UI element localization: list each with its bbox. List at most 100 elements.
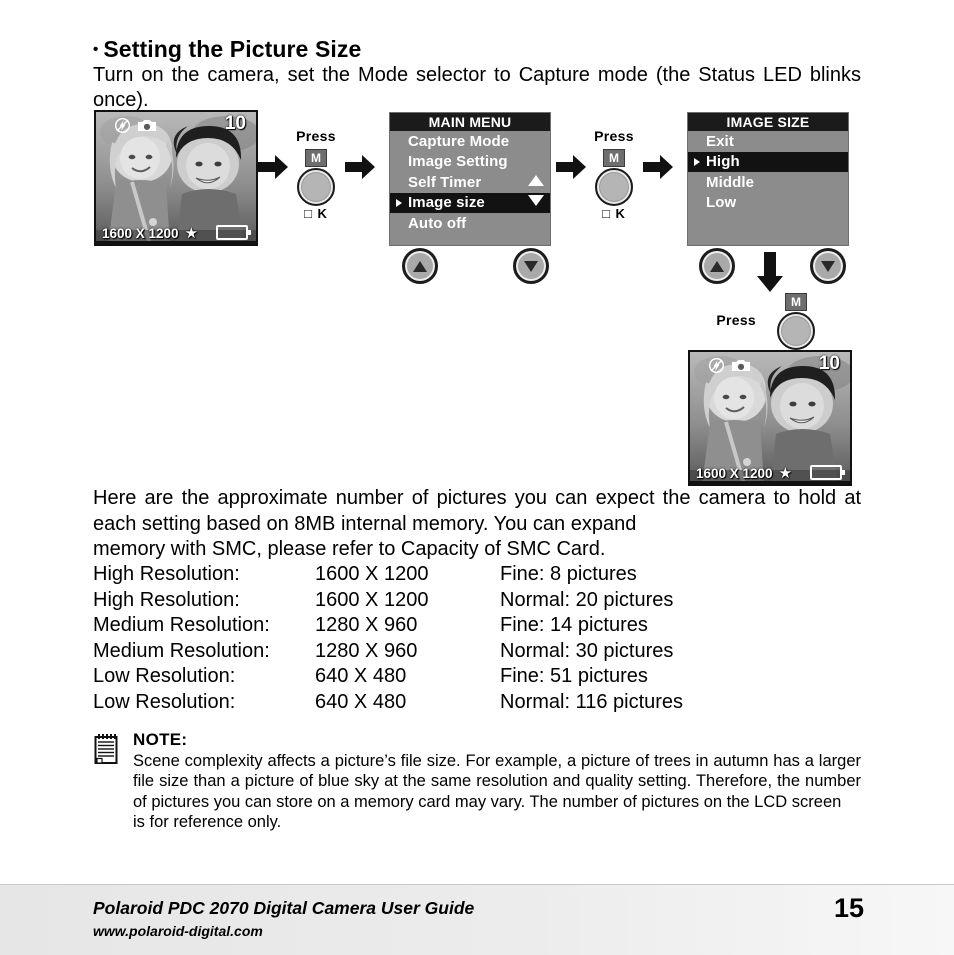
cell-dimensions: 640 X 480 <box>315 690 407 713</box>
capacity-paragraph: Here are the approximate number of pictu… <box>93 486 861 563</box>
cell-resolution: Low Resolution: <box>93 665 236 687</box>
cell-dimensions: 1280 X 960 <box>315 614 418 636</box>
cell-resolution: High Resolution: <box>93 588 240 611</box>
lcd-preview-left: 10 1600 X 1200 ★ <box>94 110 258 246</box>
up-arrow-icon <box>710 260 724 272</box>
image-size-item-high[interactable]: High <box>688 151 848 172</box>
mode-button[interactable] <box>595 168 633 206</box>
cell-capacity: Fine: 51 pictures <box>500 665 648 687</box>
press-label: Press <box>296 128 336 144</box>
resolution-label: 1600 X 1200 <box>696 465 773 481</box>
table-row: High Resolution: 1600 X 1200 Normal: 20 … <box>93 588 683 614</box>
note-text: Scene complexity affects a picture’s fil… <box>133 751 861 832</box>
main-menu-title: MAIN MENU <box>390 113 550 131</box>
picture-count: 10 <box>224 113 246 134</box>
menu-item-capture-mode[interactable]: Capture Mode <box>390 131 550 152</box>
note-block: NOTE: Scene complexity affects a picture… <box>93 730 861 832</box>
menu-item-label: Image size <box>408 194 485 212</box>
capacity-paragraph-lastline: memory with SMC, please refer to Capacit… <box>93 538 606 560</box>
flow-arrow-right-4 <box>643 155 673 179</box>
page-number: 15 <box>833 893 864 923</box>
footer-url[interactable]: www.polaroid-digital.com <box>93 923 263 939</box>
image-size-menu-title: IMAGE SIZE <box>688 113 848 131</box>
image-size-item-low[interactable]: Low <box>688 193 848 214</box>
menu-item-label: Exit <box>706 132 734 150</box>
lcd-bottom-edge <box>96 241 256 244</box>
menu-item-self-timer[interactable]: Self Timer <box>390 172 550 193</box>
down-arrow-icon <box>821 260 835 272</box>
picture-count: 10 <box>818 353 840 374</box>
flow-arrow-right-2 <box>345 155 375 179</box>
mode-button[interactable] <box>777 312 815 350</box>
image-size-menu-panel: IMAGE SIZE Exit High Middle Low <box>687 112 849 246</box>
table-row: Medium Resolution: 1280 X 960 Fine: 14 p… <box>93 613 683 639</box>
selection-marker-icon <box>694 157 700 166</box>
table-row: Low Resolution: 640 X 480 Normal: 116 pi… <box>93 690 683 716</box>
lcd-status-bar-top: 10 <box>690 352 850 378</box>
battery-icon <box>216 225 251 240</box>
cell-capacity: Fine: 14 pictures <box>500 614 648 636</box>
press-label: Press <box>594 128 634 144</box>
cell-resolution: Medium Resolution: <box>93 614 270 636</box>
scroll-down-icon <box>528 195 544 206</box>
selection-marker-icon <box>396 198 402 207</box>
cell-capacity: Fine: 8 pictures <box>500 563 637 585</box>
main-menu-down-button[interactable] <box>513 248 549 284</box>
menu-item-auto-off[interactable]: Auto off <box>390 213 550 234</box>
cell-capacity: Normal: 20 pictures <box>500 588 674 611</box>
ok-label: □ K <box>602 206 626 221</box>
menu-item-image-setting[interactable]: Image Setting <box>390 152 550 173</box>
flash-off-icon <box>708 357 725 373</box>
note-body: NOTE: Scene complexity affects a picture… <box>133 730 861 832</box>
note-text-main: Scene complexity affects a picture’s fil… <box>133 752 861 811</box>
menu-item-label: Capture Mode <box>408 132 510 150</box>
camera-icon <box>731 359 751 371</box>
table-row: Low Resolution: 640 X 480 Fine: 51 pictu… <box>93 664 683 690</box>
lcd-preview-bottom-right: 10 1600 X 1200 ★ <box>688 350 852 486</box>
scroll-up-icon <box>528 175 544 186</box>
cell-resolution: Medium Resolution: <box>93 639 270 662</box>
note-text-lastline: is for reference only. <box>133 812 282 831</box>
image-size-item-exit[interactable]: Exit <box>688 131 848 152</box>
image-size-up-button[interactable] <box>699 248 735 284</box>
menu-item-label: Image Setting <box>408 153 508 171</box>
notepad-icon <box>94 734 118 764</box>
manual-page: • Setting the Picture Size Turn on the ca… <box>0 0 954 955</box>
cell-resolution: High Resolution: <box>93 563 240 585</box>
ok-label: □ K <box>304 206 328 221</box>
menu-scroll-indicator <box>528 175 544 217</box>
image-size-item-middle[interactable]: Middle <box>688 172 848 193</box>
camera-icon <box>137 119 157 131</box>
main-menu-up-button[interactable] <box>402 248 438 284</box>
cell-dimensions: 1280 X 960 <box>315 639 418 662</box>
page-footer: Polaroid PDC 2070 Digital Camera User Gu… <box>0 884 954 955</box>
mode-key-badge: M <box>305 149 327 167</box>
quality-star-icon: ★ <box>184 225 199 242</box>
down-arrow-icon <box>524 260 538 272</box>
table-row: Medium Resolution: 1280 X 960 Normal: 30… <box>93 639 683 665</box>
note-title: NOTE: <box>133 730 188 749</box>
lcd-status-bar-top: 10 <box>96 112 256 138</box>
cell-dimensions: 1600 X 1200 <box>315 588 429 611</box>
battery-icon <box>810 465 845 480</box>
menu-item-label: High <box>706 153 740 171</box>
menu-item-label: Self Timer <box>408 173 482 191</box>
mode-button[interactable] <box>297 168 335 206</box>
menu-item-label: Auto off <box>408 214 467 232</box>
footer-title: Polaroid PDC 2070 Digital Camera User Gu… <box>93 898 475 918</box>
cell-dimensions: 640 X 480 <box>315 665 407 687</box>
menu-item-label: Low <box>706 194 737 212</box>
table-row: High Resolution: 1600 X 1200 Fine: 8 pic… <box>93 562 683 588</box>
cell-capacity: Normal: 116 pictures <box>500 690 684 713</box>
resolution-label: 1600 X 1200 <box>102 225 179 241</box>
cell-capacity: Normal: 30 pictures <box>500 639 674 662</box>
workflow-diagram: 10 1600 X 1200 ★ Press M □ K MAIN MENU C… <box>0 0 954 500</box>
capacity-table: High Resolution: 1600 X 1200 Fine: 8 pic… <box>93 562 683 715</box>
capacity-paragraph-text: Here are the approximate number of pictu… <box>93 487 861 535</box>
mode-key-badge: M <box>603 149 625 167</box>
lcd-bottom-edge <box>690 481 850 484</box>
menu-item-image-size[interactable]: Image size <box>390 192 550 213</box>
press-label: Press <box>716 312 756 328</box>
mode-key-badge: M <box>785 293 807 311</box>
quality-star-icon: ★ <box>778 465 793 482</box>
